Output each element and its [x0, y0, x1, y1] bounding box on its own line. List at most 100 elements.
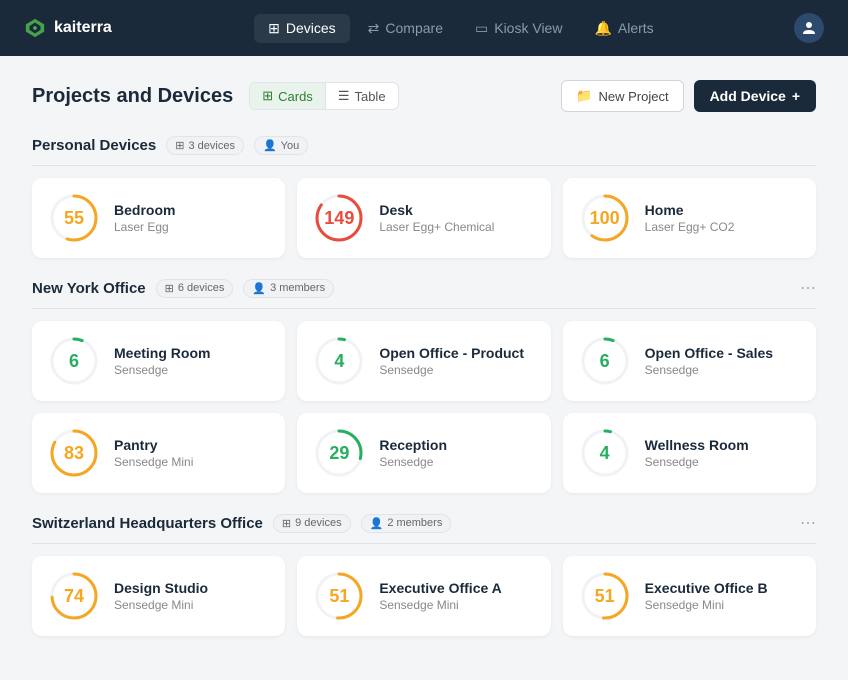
device-info: Open Office - SalesSensedge [645, 345, 773, 377]
device-type: Sensedge Mini [114, 455, 193, 469]
device-type: Sensedge [645, 455, 749, 469]
score-number: 51 [595, 586, 615, 607]
device-info: DeskLaser Egg+ Chemical [379, 202, 494, 234]
score-circle: 74 [48, 570, 100, 622]
main-content: Projects and Devices ⊞ Cards ☰ Table 📁 N… [0, 56, 848, 680]
device-type: Sensedge [379, 363, 524, 377]
folder-icon: 📁 [576, 88, 592, 104]
section-badge-1: 👤2 members [361, 514, 452, 533]
bell-icon: 🔔 [594, 20, 611, 37]
page-header-left: Projects and Devices ⊞ Cards ☰ Table [32, 82, 399, 110]
score-circle: 6 [579, 335, 631, 387]
nav-item-compare[interactable]: ⇄ Compare [354, 14, 457, 43]
device-name: Pantry [114, 437, 193, 453]
badge-text: 3 members [270, 282, 325, 294]
device-card[interactable]: 83 Pantry Sensedge Mini [32, 413, 285, 493]
device-card[interactable]: 4 Wellness RoomSensedge [563, 413, 816, 493]
section-switzerland: Switzerland Headquarters Office⊞9 device… [32, 513, 816, 636]
badge-text: 3 devices [188, 140, 234, 152]
sections-container: Personal Devices⊞3 devices👤You 55 Bedroo… [32, 136, 816, 636]
device-card[interactable]: 74 Design StudioSensedge Mini [32, 556, 285, 636]
logo[interactable]: kaiterra [24, 17, 112, 39]
device-card[interactable]: 4 Open Office - ProductSensedge [297, 321, 550, 401]
cards-view-button[interactable]: ⊞ Cards [250, 83, 326, 109]
plus-icon: + [792, 88, 800, 104]
score-circle: 51 [579, 570, 631, 622]
device-card[interactable]: 51 Executive Office BSensedge Mini [563, 556, 816, 636]
avatar[interactable] [794, 13, 824, 43]
table-icon: ☰ [338, 88, 350, 104]
section-badge-1: 👤 3 members [243, 279, 334, 298]
device-card[interactable]: 55 BedroomLaser Egg [32, 178, 285, 258]
nav-item-devices[interactable]: ⊞ Devices [254, 14, 350, 43]
badge-icon: 👤 [370, 517, 384, 530]
section-header: Personal Devices⊞3 devices👤You [32, 136, 816, 166]
nav-kiosk-label: Kiosk View [494, 20, 562, 36]
score-circle: 51 [313, 570, 365, 622]
badge-icon: ⊞ [165, 282, 174, 295]
badge-text: 6 devices [178, 282, 224, 294]
page-title: Projects and Devices [32, 85, 233, 108]
device-card[interactable]: 6 Meeting RoomSensedge [32, 321, 285, 401]
cards-icon: ⊞ [262, 88, 273, 104]
device-info: ReceptionSensedge [379, 437, 447, 469]
section-badge-0: ⊞ 3 devices [166, 136, 244, 155]
kiosk-icon: ▭ [475, 20, 488, 37]
device-card[interactable]: 6 Open Office - SalesSensedge [563, 321, 816, 401]
nav-item-alerts[interactable]: 🔔 Alerts [580, 14, 667, 43]
section-header: Switzerland Headquarters Office⊞9 device… [32, 513, 816, 544]
section-header: New York Office⊞6 devices👤3 members⋯ [32, 278, 816, 309]
score-circle: 4 [579, 427, 631, 479]
device-grid: 74 Design StudioSensedge Mini 51 Executi… [32, 556, 816, 636]
badge-text: 9 devices [295, 517, 341, 529]
score-number: 29 [329, 443, 349, 464]
score-number: 4 [600, 443, 610, 464]
nav-item-kiosk[interactable]: ▭ Kiosk View [461, 14, 576, 43]
device-name: Open Office - Product [379, 345, 524, 361]
device-name: Home [645, 202, 735, 218]
device-name: Executive Office B [645, 580, 768, 596]
score-number: 74 [64, 586, 84, 607]
add-device-button[interactable]: Add Device + [694, 80, 816, 112]
device-info: Wellness RoomSensedge [645, 437, 749, 469]
logo-icon [24, 17, 46, 39]
device-card[interactable]: 100 HomeLaser Egg+ CO2 [563, 178, 816, 258]
score-circle: 55 [48, 192, 100, 244]
section-personal: Personal Devices⊞3 devices👤You 55 Bedroo… [32, 136, 816, 258]
score-number: 83 [64, 443, 84, 464]
badge-icon: ⊞ [175, 139, 184, 152]
device-info: Meeting RoomSensedge [114, 345, 210, 377]
badge-icon: 👤 [252, 282, 266, 295]
badge-text: You [281, 140, 300, 152]
nav-devices-label: Devices [286, 20, 336, 36]
section-more-button[interactable]: ⋯ [800, 278, 816, 298]
badge-icon: 👤 [263, 139, 277, 152]
device-card[interactable]: 51 Executive Office ASensedge Mini [297, 556, 550, 636]
score-number: 51 [329, 586, 349, 607]
score-number: 55 [64, 208, 84, 229]
new-project-button[interactable]: 📁 New Project [561, 80, 683, 112]
cards-label: Cards [278, 89, 313, 104]
score-circle: 149 [313, 192, 365, 244]
device-card[interactable]: 149 DeskLaser Egg+ Chemical [297, 178, 550, 258]
score-circle: 6 [48, 335, 100, 387]
device-info: Executive Office ASensedge Mini [379, 580, 501, 612]
navbar: kaiterra ⊞ Devices ⇄ Compare ▭ Kiosk Vie… [0, 0, 848, 56]
device-type: Laser Egg [114, 220, 175, 234]
device-name: Desk [379, 202, 494, 218]
score-number: 6 [69, 351, 79, 372]
table-view-button[interactable]: ☰ Table [326, 83, 398, 109]
device-card[interactable]: 29 ReceptionSensedge [297, 413, 550, 493]
section-badge-0: ⊞9 devices [273, 514, 351, 533]
score-number: 100 [590, 208, 620, 229]
score-number: 6 [600, 351, 610, 372]
section-badge-1: 👤 You [254, 136, 308, 155]
add-device-label: Add Device [710, 88, 786, 104]
section-more-button[interactable]: ⋯ [800, 513, 816, 533]
device-name: Design Studio [114, 580, 208, 596]
compare-icon: ⇄ [368, 20, 380, 37]
device-name: Open Office - Sales [645, 345, 773, 361]
device-type: Sensedge [379, 455, 447, 469]
nav-compare-label: Compare [385, 20, 443, 36]
user-icon [801, 20, 817, 36]
